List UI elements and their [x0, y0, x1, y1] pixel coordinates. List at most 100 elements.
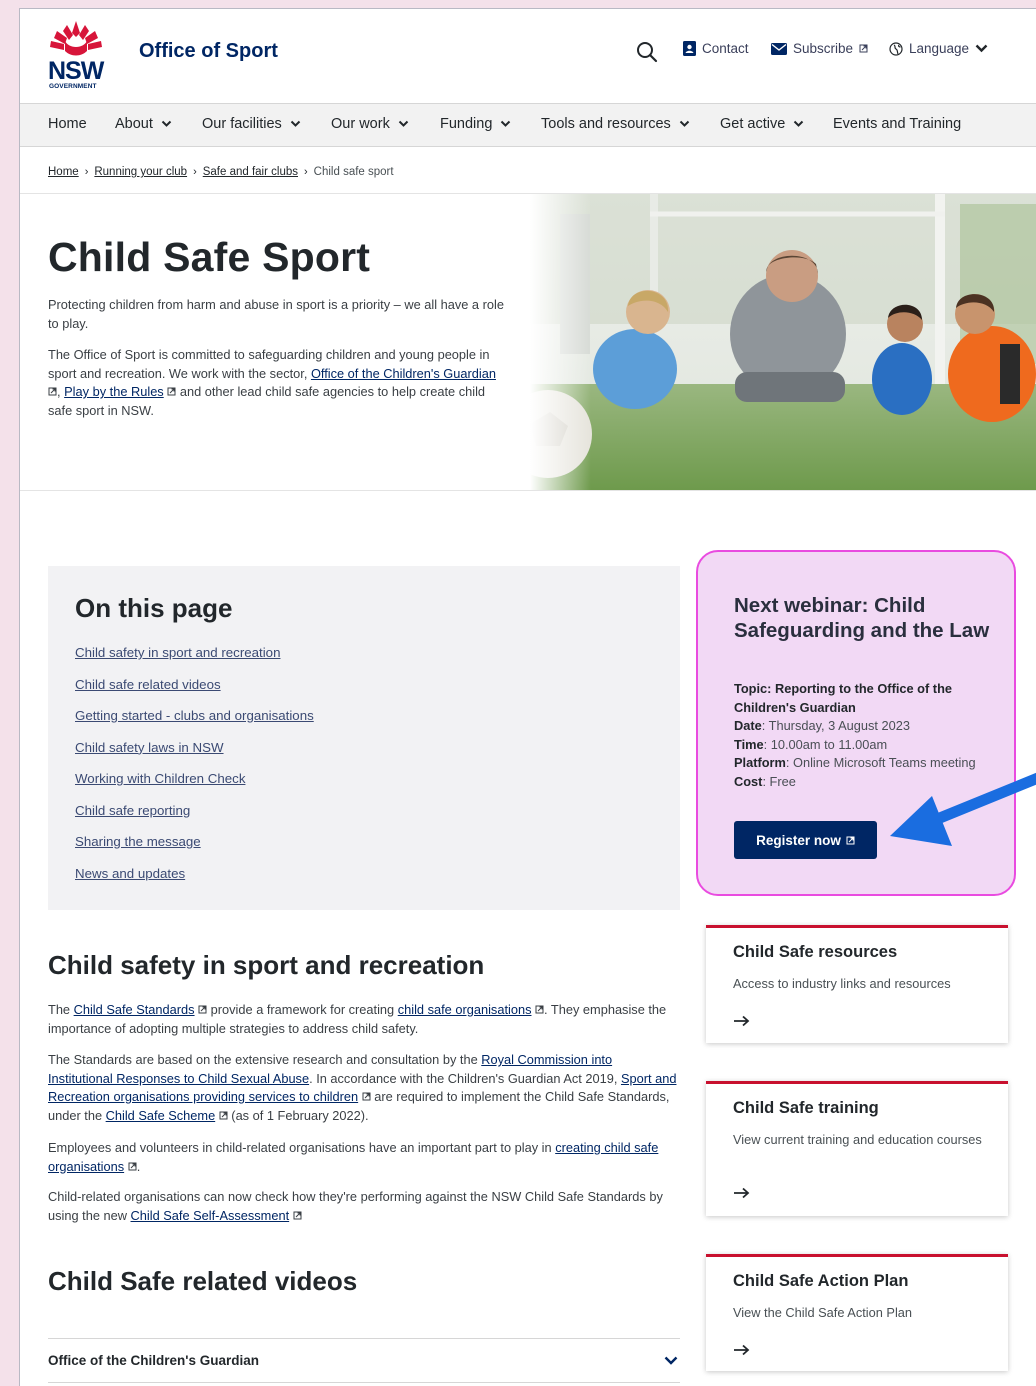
external-link-icon — [128, 1162, 137, 1170]
section-paragraph: Child-related organisations can now chec… — [48, 1188, 678, 1225]
globe-icon — [889, 41, 903, 56]
nav-item-about[interactable]: About — [115, 116, 172, 132]
external-link-icon — [48, 387, 57, 396]
chevron-down-icon — [398, 120, 409, 127]
logo-nsw-text: NSW — [48, 57, 104, 85]
nav-item-events-and-training[interactable]: Events and Training — [833, 116, 961, 132]
nav-item-our-work[interactable]: Our work — [331, 116, 409, 132]
chevron-down-icon — [794, 120, 804, 127]
contact-link[interactable]: Contact — [683, 41, 749, 56]
hero-intro: Protecting children from harm and abuse … — [48, 297, 504, 331]
hero-paragraph: The Office of Sport is committed to safe… — [48, 346, 508, 420]
on-this-page-link[interactable]: Getting started - clubs and organisation… — [75, 708, 314, 740]
external-link-icon — [293, 1211, 302, 1219]
text-run: provide a framework for creating — [207, 1002, 398, 1017]
on-this-page-link[interactable]: Sharing the message — [75, 834, 314, 866]
breadcrumb: Home › Running your club › Safe and fair… — [48, 166, 394, 178]
nav-label: Events and Training — [833, 116, 962, 132]
child-safe-standards-link[interactable]: Child Safe Standards — [74, 1002, 195, 1017]
value: : Free — [762, 773, 796, 789]
value: : 10.00am to 11.00am — [763, 736, 888, 752]
text-run: . — [136, 1158, 141, 1174]
external-link-icon — [859, 44, 868, 53]
section-paragraph: The Standards are based on the extensive… — [48, 1051, 678, 1125]
label: Platform — [734, 755, 786, 770]
webinar-time: Time: 10.00am to 11.00am — [734, 736, 994, 755]
nav-label: Our work — [331, 116, 390, 132]
external-link-icon — [198, 1005, 207, 1014]
register-now-button[interactable]: Register now — [734, 821, 877, 859]
webinar-date: Date: Thursday, 3 August 2023 — [734, 717, 994, 736]
on-this-page-link[interactable]: Child safe related videos — [75, 677, 314, 709]
on-this-page-link[interactable]: Child safety laws in NSW — [75, 740, 314, 772]
nav-label: Get active — [720, 116, 786, 132]
text-run: The Standards are based on the extensive… — [48, 1052, 482, 1067]
section-heading: Child safety in sport and recreation — [48, 950, 485, 980]
child-safe-action-plan-card[interactable]: Child Safe Action Plan View the Child Sa… — [706, 1254, 1008, 1371]
card-description: Access to industry links and resources — [733, 976, 951, 991]
page: NSW GOVERNMENT Office of Sport Contact S… — [19, 8, 1036, 1386]
on-this-page-link[interactable]: Child safety in sport and recreation — [75, 645, 314, 677]
value: : Thursday, 3 August 2023 — [761, 718, 910, 733]
card-description: View current training and education cour… — [733, 1132, 982, 1147]
main-navigation: Home About Our facilities Our work Fundi… — [20, 103, 1036, 147]
contact-label: Contact — [702, 41, 749, 56]
card-title: Child Safe training — [733, 1099, 879, 1117]
chevron-down-icon — [290, 120, 300, 127]
nav-label: Tools and resources — [541, 116, 671, 132]
text-run: (as of 1 February 2022). — [227, 1107, 369, 1123]
page-title: Child Safe Sport — [48, 234, 371, 280]
arrow-right-icon — [734, 1015, 750, 1027]
breadcrumb-separator-icon: › — [193, 166, 197, 178]
logo-government-text: GOVERNMENT — [49, 83, 97, 90]
nsw-government-logo[interactable]: NSW GOVERNMENT — [47, 19, 107, 95]
nav-label: Our facilities — [202, 116, 282, 132]
accordion-label: Office of the Children's Guardian — [48, 1353, 259, 1368]
on-this-page-link[interactable]: Child safe reporting — [75, 803, 314, 835]
subscribe-link[interactable]: Subscribe — [771, 41, 868, 56]
search-button[interactable] — [636, 41, 660, 65]
nav-item-home[interactable]: Home — [48, 116, 87, 132]
webinar-topic: Topic: Reporting to the Office of the Ch… — [734, 680, 994, 717]
webinar-title: Next webinar: Child Safeguarding and the… — [734, 594, 990, 642]
nav-label: Funding — [440, 116, 493, 132]
breadcrumb-link-home[interactable]: Home — [48, 166, 79, 178]
breadcrumb-link-safe-and-fair-clubs[interactable]: Safe and fair clubs — [203, 166, 298, 178]
on-this-page-panel: On this page Child safety in sport and r… — [48, 566, 680, 910]
office-of-the-childrens-guardian-link[interactable]: Office of the Children's Guardian — [311, 366, 496, 381]
child-safe-resources-card[interactable]: Child Safe resources Access to industry … — [706, 925, 1008, 1043]
on-this-page-title: On this page — [75, 593, 233, 623]
on-this-page-list: Child safety in sport and recreation Chi… — [75, 645, 314, 897]
breadcrumb-separator-icon: › — [84, 166, 89, 178]
subscribe-label: Subscribe — [793, 41, 854, 56]
language-selector[interactable]: Language — [889, 41, 988, 56]
nav-item-our-facilities[interactable]: Our facilities — [202, 116, 301, 132]
section-paragraph: Employees and volunteers in child-relate… — [48, 1139, 678, 1176]
child-safe-self-assessment-link[interactable]: Child Safe Self-Assessment — [131, 1208, 290, 1223]
external-link-icon — [535, 1005, 544, 1014]
chevron-down-icon — [501, 120, 511, 127]
nav-item-tools-and-resources[interactable]: Tools and resources — [541, 116, 690, 132]
child-safe-organisations-link[interactable]: child safe organisations — [398, 1002, 532, 1017]
on-this-page-link[interactable]: News and updates — [75, 866, 314, 898]
breadcrumb-separator-icon: › — [304, 166, 308, 178]
site-title[interactable]: Office of Sport — [139, 40, 278, 63]
play-by-the-rules-link[interactable]: Play by the Rules — [64, 384, 164, 399]
waratah-logo-icon — [50, 21, 102, 56]
search-icon — [637, 42, 658, 63]
on-this-page-link[interactable]: Working with Children Check — [75, 771, 314, 803]
external-link-icon — [167, 387, 176, 396]
child-safe-training-card[interactable]: Child Safe training View current trainin… — [706, 1081, 1008, 1216]
breadcrumb-link-running-your-club[interactable]: Running your club — [94, 166, 187, 178]
chevron-down-icon — [664, 1356, 678, 1365]
accordion-item[interactable]: Office of the Children's Guardian — [48, 1338, 680, 1383]
register-label: Register now — [756, 832, 841, 848]
card-title: Child Safe resources — [733, 943, 898, 961]
arrow-right-icon — [734, 1187, 750, 1199]
nav-label: About — [115, 116, 153, 132]
card-title: Child Safe Action Plan — [733, 1272, 909, 1290]
nav-item-funding[interactable]: Funding — [440, 116, 511, 132]
label: Cost — [734, 773, 763, 789]
nav-item-get-active[interactable]: Get active — [720, 116, 804, 132]
child-safe-scheme-link[interactable]: Child Safe Scheme — [106, 1108, 216, 1123]
